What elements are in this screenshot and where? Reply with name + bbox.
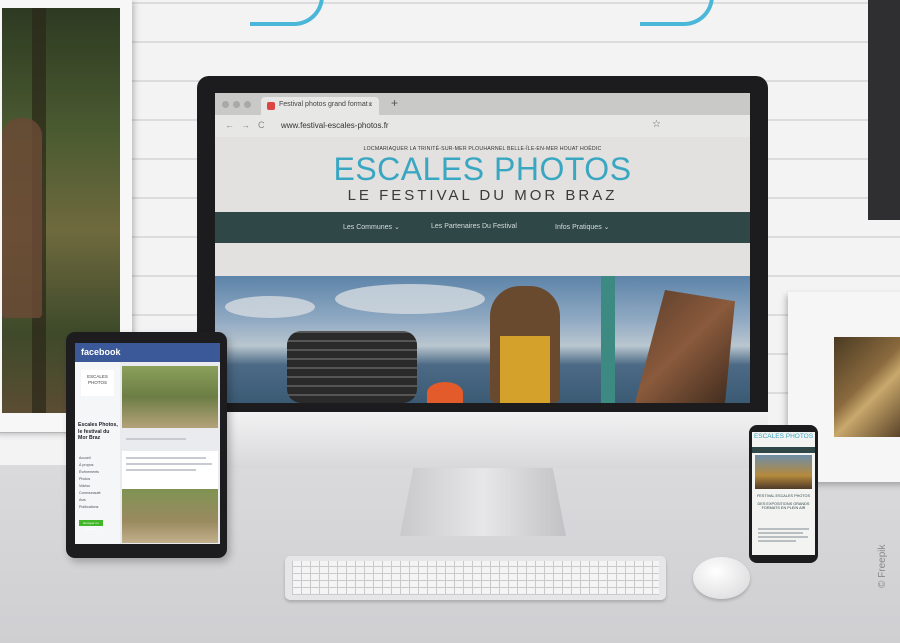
hiker-figure bbox=[2, 118, 42, 318]
address-bar: ← → C www.festival-escales-photos.fr ☆ bbox=[215, 115, 750, 138]
phone-hero-photo bbox=[755, 455, 812, 489]
site-header: LOCMARIAQUER LA TRINITÉ-SUR-MER PLOUHARN… bbox=[215, 137, 750, 213]
browser-tabbar: Festival photos grand format : × + bbox=[215, 93, 750, 115]
imac-chin bbox=[197, 412, 768, 468]
fb-cover-photo bbox=[122, 366, 218, 428]
tab-title: Festival photos grand format : bbox=[279, 101, 372, 108]
fb-menu-item[interactable]: Accueil bbox=[79, 456, 91, 460]
imac-stand bbox=[400, 468, 566, 536]
fb-post-line bbox=[126, 463, 212, 465]
imac-screen: Festival photos grand format : × + ← → C… bbox=[215, 93, 750, 403]
fb-post-line bbox=[126, 438, 186, 440]
facebook-logo[interactable]: facebook bbox=[81, 347, 121, 357]
site-logo-title[interactable]: ESCALES PHOTOS bbox=[215, 151, 750, 188]
frame-top-right bbox=[868, 0, 900, 220]
phone-site-logo[interactable]: ESCALES PHOTOS bbox=[752, 433, 815, 440]
fb-post-line bbox=[126, 457, 206, 459]
favicon-icon bbox=[267, 102, 275, 110]
phone-text-line bbox=[758, 536, 808, 538]
fb-page-sidebar: ESCALES PHOTOS Escales Photos, le festiv… bbox=[75, 362, 120, 544]
reload-icon[interactable]: C bbox=[258, 120, 265, 130]
fb-page-name[interactable]: Escales Photos, le festival du Mor Braz bbox=[78, 422, 120, 442]
fb-menu-item[interactable]: Photos bbox=[79, 477, 90, 481]
cloud bbox=[225, 296, 315, 318]
close-icon[interactable]: × bbox=[368, 100, 373, 109]
url-field[interactable]: www.festival-escales-photos.fr bbox=[281, 121, 389, 130]
fb-menu-item[interactable]: Communauté bbox=[79, 491, 101, 495]
hero-photo bbox=[215, 276, 750, 403]
image-credit: © Freepik bbox=[877, 544, 888, 589]
poster-right-photo bbox=[834, 337, 900, 437]
fisherman-overalls bbox=[500, 336, 550, 403]
fb-menu-item[interactable]: Événements bbox=[79, 470, 99, 474]
phone-text-line bbox=[758, 540, 796, 542]
phone-headline-main: FESTIVAL ESCALES PHOTOS bbox=[756, 494, 811, 498]
orange-buoy bbox=[427, 382, 463, 403]
fb-menu-item[interactable]: Avis bbox=[79, 498, 86, 502]
cloud bbox=[335, 284, 485, 314]
tablet-screen: facebook ESCALES PHOTOS Escales Photos, … bbox=[75, 343, 220, 544]
mouse bbox=[693, 557, 750, 599]
fb-page-avatar[interactable]: ESCALES PHOTOS bbox=[81, 370, 114, 396]
facebook-topbar: facebook bbox=[75, 343, 220, 362]
fb-menu-item[interactable]: Vidéos bbox=[79, 484, 90, 488]
fb-post-photo bbox=[122, 489, 218, 543]
mockup-scene: Festival photos grand format : × + ← → C… bbox=[0, 0, 900, 643]
window-dot-close[interactable] bbox=[222, 101, 229, 108]
phone-text-line bbox=[758, 532, 803, 534]
boat-rigging bbox=[635, 290, 735, 403]
boat-mast bbox=[601, 276, 615, 403]
site-tagline: LE FESTIVAL DU MOR BRAZ bbox=[347, 187, 618, 204]
browser-tab[interactable]: Festival photos grand format : × bbox=[261, 97, 379, 115]
phone-headline-sub: DES EXPOSITIONS GRANDS FORMATS EN PLEIN … bbox=[757, 501, 810, 511]
phone-screen: ESCALES PHOTOS FESTIVAL ESCALES PHOTOS D… bbox=[752, 432, 815, 555]
bookmark-star-icon[interactable]: ☆ bbox=[652, 119, 661, 130]
nav-infos-pratiques[interactable]: Infos Pratiques ⌄ bbox=[555, 223, 610, 231]
window-dot-zoom[interactable] bbox=[244, 101, 251, 108]
phone-headline: FESTIVAL ESCALES PHOTOS DES EXPOSITIONS … bbox=[752, 494, 815, 511]
fb-menu-item[interactable]: À propos bbox=[79, 463, 93, 467]
phone-nav[interactable] bbox=[752, 447, 815, 453]
new-tab-button[interactable]: + bbox=[391, 96, 398, 110]
header-spacer bbox=[215, 243, 750, 276]
back-arrow-icon[interactable]: ← bbox=[225, 120, 234, 130]
window-dot-minimize[interactable] bbox=[233, 101, 240, 108]
fb-message-button[interactable]: Envoyer un message bbox=[79, 520, 103, 531]
keyboard-keys bbox=[292, 561, 659, 595]
forward-arrow-icon[interactable]: → bbox=[241, 120, 250, 130]
nav-partenaires[interactable]: Les Partenaires Du Festival bbox=[431, 223, 517, 230]
keyboard bbox=[285, 556, 666, 600]
nav-communes[interactable]: Les Communes ⌄ bbox=[343, 223, 400, 231]
fb-menu-item[interactable]: Publications bbox=[79, 505, 98, 509]
rope-coil bbox=[287, 331, 417, 403]
site-nav: Les Communes ⌄ Les Partenaires Du Festiv… bbox=[215, 212, 750, 243]
phone-text-line bbox=[758, 528, 809, 530]
fb-post-line bbox=[126, 469, 196, 471]
